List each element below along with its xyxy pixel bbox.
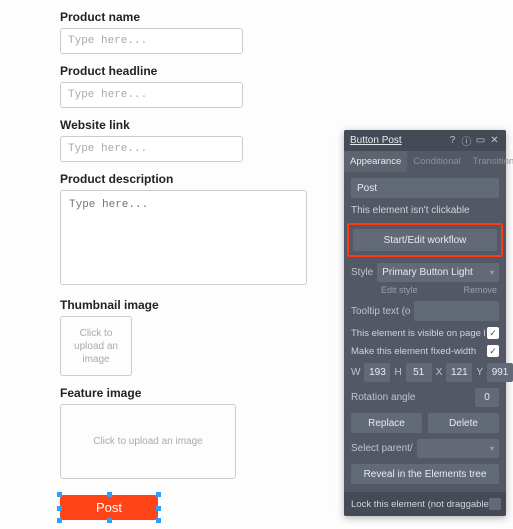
- style-value: Primary Button Light: [382, 267, 473, 278]
- select-parent-row: Select parent/ ▾: [351, 439, 499, 458]
- panel-tabs: Appearance Conditional Transitions: [344, 151, 506, 172]
- visible-checkbox[interactable]: ✓: [487, 327, 499, 339]
- start-edit-workflow-button[interactable]: Start/Edit workflow: [353, 229, 497, 251]
- resize-handle-top-middle[interactable]: [107, 492, 112, 497]
- resize-handle-right-middle[interactable]: [156, 506, 161, 511]
- select-parent-dropdown[interactable]: ▾: [417, 439, 499, 458]
- panel-body: This element isn't clickable Start/Edit …: [344, 172, 506, 516]
- resize-handle-top-left[interactable]: [57, 492, 62, 497]
- not-clickable-text: This element isn't clickable: [351, 204, 499, 217]
- tab-conditional[interactable]: Conditional: [407, 151, 467, 172]
- tab-transitions[interactable]: Transitions: [467, 151, 513, 172]
- panel-header[interactable]: Button Post ? ⓘ ▭ ✕: [344, 130, 506, 151]
- lock-checkbox[interactable]: [489, 498, 501, 510]
- select-parent-label: Select parent/: [351, 443, 413, 454]
- style-sub-row: Edit style Remove: [351, 285, 499, 295]
- fixed-width-row: Make this element fixed-width ✓: [351, 345, 499, 357]
- product-headline-field: Product headline: [60, 64, 513, 108]
- close-icon[interactable]: ✕: [489, 135, 500, 146]
- workflow-highlight: Start/Edit workflow: [347, 223, 503, 257]
- product-name-label: Product name: [60, 10, 513, 24]
- fixed-width-checkbox[interactable]: ✓: [487, 345, 499, 357]
- tooltip-label: Tooltip text (o: [351, 306, 410, 317]
- resize-handle-bottom-left[interactable]: [57, 518, 62, 523]
- rotation-input[interactable]: [475, 388, 499, 407]
- lock-label: Lock this element (not draggable: [351, 499, 489, 510]
- website-link-input[interactable]: [60, 136, 243, 162]
- rotation-row: Rotation angle: [351, 388, 499, 407]
- delete-button[interactable]: Delete: [428, 413, 499, 433]
- product-name-input[interactable]: [60, 28, 243, 54]
- tooltip-input[interactable]: [414, 301, 499, 321]
- visible-label: This element is visible on page l: [351, 328, 486, 339]
- product-headline-label: Product headline: [60, 64, 513, 78]
- chevron-down-icon: ▾: [490, 268, 494, 277]
- feature-uploader[interactable]: Click to upload an image: [60, 404, 236, 479]
- width-input[interactable]: [364, 363, 390, 382]
- product-description-input[interactable]: [60, 190, 307, 285]
- tab-appearance[interactable]: Appearance: [344, 151, 407, 172]
- visible-row: This element is visible on page l ✓: [351, 327, 499, 339]
- coord-row: W H X Y: [351, 363, 499, 382]
- replace-button[interactable]: Replace: [351, 413, 422, 433]
- edit-style-link[interactable]: Edit style: [381, 285, 418, 295]
- remove-style-link[interactable]: Remove: [463, 285, 497, 295]
- comment-icon[interactable]: ▭: [475, 135, 486, 146]
- tooltip-row: Tooltip text (o: [351, 301, 499, 321]
- panel-header-icons: ? ⓘ ▭ ✕: [447, 135, 500, 146]
- element-name-input[interactable]: [351, 178, 499, 198]
- rotation-label: Rotation angle: [351, 392, 416, 403]
- chevron-down-icon: ▾: [490, 444, 494, 453]
- y-input[interactable]: [487, 363, 513, 382]
- resize-handle-left-middle[interactable]: [57, 506, 62, 511]
- h-label: H: [394, 367, 401, 378]
- thumbnail-uploader[interactable]: Click to upload an image: [60, 316, 132, 376]
- style-row: Style Primary Button Light ▾: [351, 263, 499, 282]
- product-headline-input[interactable]: [60, 82, 243, 108]
- y-label: Y: [476, 367, 483, 378]
- x-label: X: [436, 367, 443, 378]
- panel-title: Button Post: [350, 135, 402, 146]
- lock-row: Lock this element (not draggable: [344, 492, 506, 516]
- post-button-selection: Post: [60, 495, 158, 520]
- reveal-button[interactable]: Reveal in the Elements tree: [351, 464, 499, 484]
- product-name-field: Product name: [60, 10, 513, 54]
- x-input[interactable]: [446, 363, 472, 382]
- resize-handle-bottom-right[interactable]: [156, 518, 161, 523]
- resize-handle-top-right[interactable]: [156, 492, 161, 497]
- resize-handle-bottom-middle[interactable]: [107, 518, 112, 523]
- height-input[interactable]: [406, 363, 432, 382]
- info-icon[interactable]: ⓘ: [461, 135, 472, 146]
- w-label: W: [351, 367, 360, 378]
- property-panel[interactable]: Button Post ? ⓘ ▭ ✕ Appearance Condition…: [344, 130, 506, 516]
- fixed-width-label: Make this element fixed-width: [351, 346, 476, 357]
- style-label: Style: [351, 267, 373, 278]
- post-button[interactable]: Post: [60, 495, 158, 520]
- style-dropdown[interactable]: Primary Button Light ▾: [377, 263, 499, 282]
- replace-delete-row: Replace Delete: [351, 413, 499, 433]
- help-icon[interactable]: ?: [447, 135, 458, 146]
